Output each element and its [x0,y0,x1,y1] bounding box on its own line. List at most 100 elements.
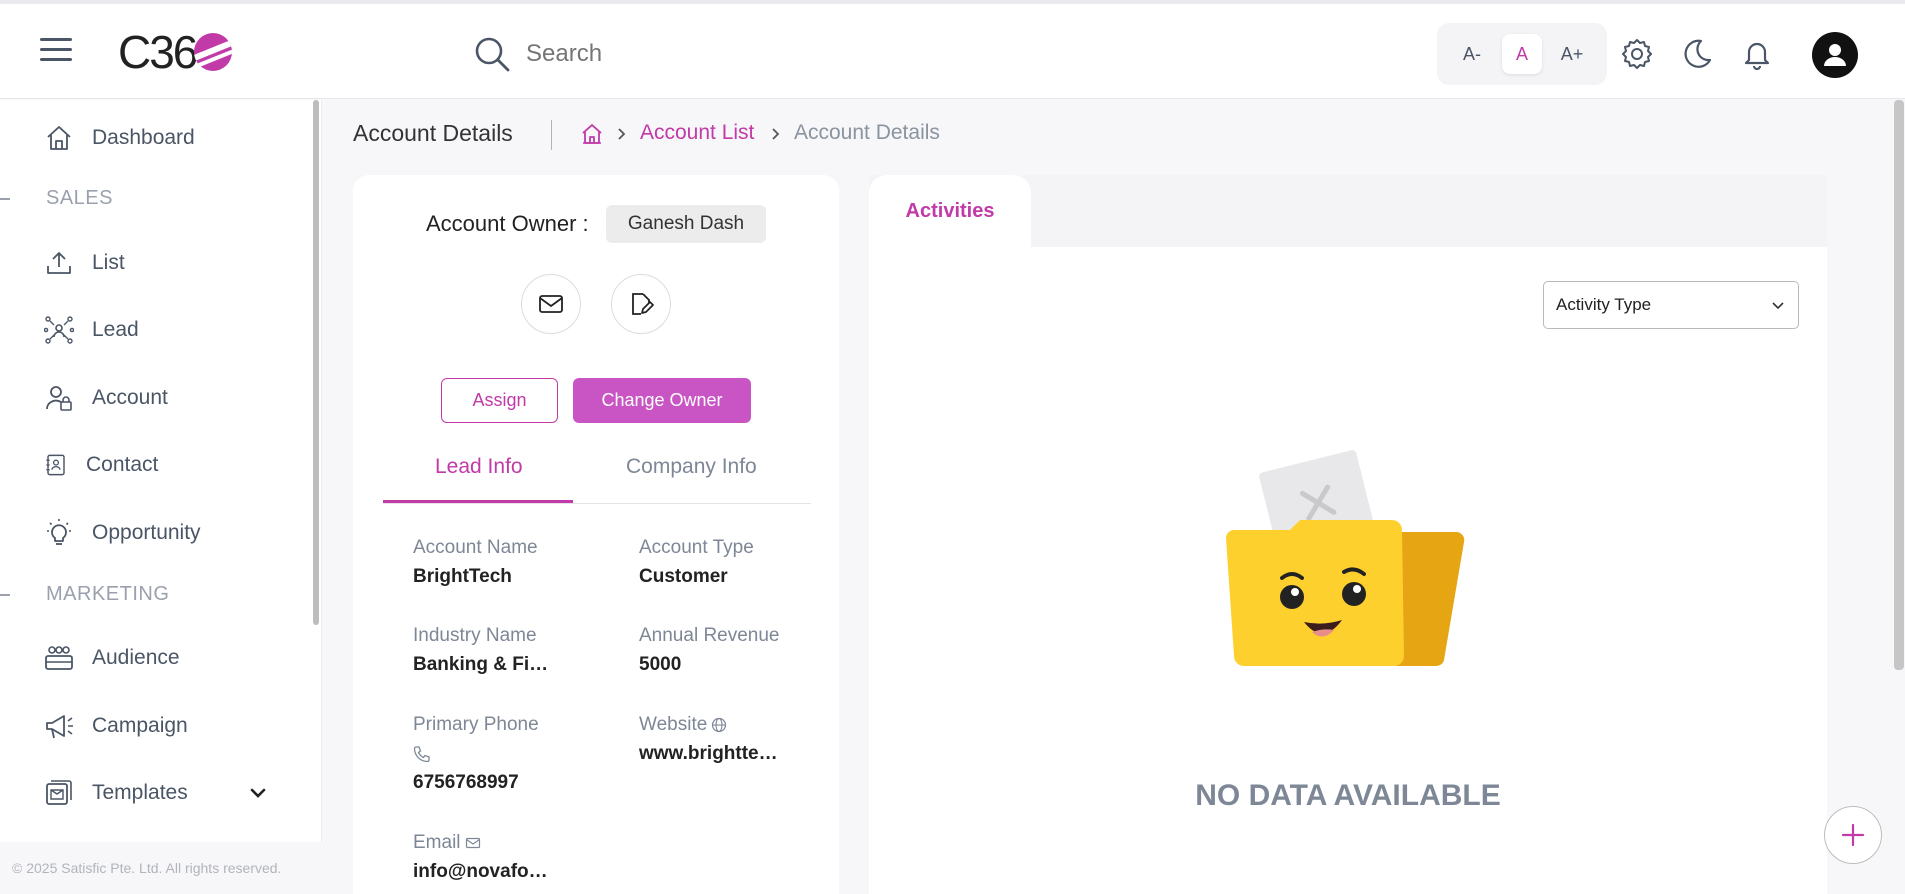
tab-company-info[interactable]: Company Info [626,455,757,479]
font-size-controls: A- A A+ [1437,23,1607,85]
phone-icon [413,746,430,763]
empty-state-text: NO DATA AVAILABLE [1195,779,1501,812]
chevron-down-icon [1772,302,1784,310]
account-card: Account Owner : Ganesh Dash Assign Chang… [353,175,839,894]
sidebar-item-account[interactable]: Account [44,378,168,418]
sidebar-item-opportunity[interactable]: Opportunity [44,513,201,553]
bell-icon[interactable] [1741,38,1773,70]
section-dash [0,198,10,200]
select-value: Activity Type [1556,295,1652,314]
breadcrumb-current: Account Details [794,121,940,144]
logo[interactable]: C36 [118,26,233,78]
chevron-down-icon[interactable] [248,783,268,803]
sidebar-item-label: Opportunity [92,521,201,544]
field-label: Website [639,714,708,735]
breadcrumb-account-list[interactable]: Account List [640,121,754,145]
account-owner-label: Account Owner : [426,211,589,236]
globe-icon [712,717,727,733]
edit-note-button[interactable] [611,274,671,334]
account-name-value: BrightTech [413,566,512,587]
logo-text: C36 [118,26,198,78]
field-label: Annual Revenue [639,625,780,646]
edit-note-icon [632,293,654,315]
revenue-value: 5000 [639,654,682,675]
field-label: Industry Name [413,625,537,646]
sidebar-item-audience[interactable]: Audience [44,638,180,678]
section-sales: SALES [46,187,113,209]
contact-book-icon [46,454,65,476]
sidebar-item-label: Campaign [92,714,188,737]
email-value[interactable]: info@novafoo... [413,861,553,883]
font-decrease-button[interactable]: A- [1452,34,1492,74]
sidebar-item-contact[interactable]: Contact [44,445,158,485]
tab-activities[interactable]: Activities [869,175,1031,247]
section-marketing: MARKETING [46,583,170,605]
account-type-label: Account Type [639,537,754,559]
activity-type-select[interactable]: Activity Type [1543,281,1799,329]
account-owner-chip: Ganesh Dash [606,205,766,243]
sidebar: Dashboard SALES List Lead Account Contac… [0,100,322,894]
page-scrollbar[interactable] [1894,100,1904,670]
add-button[interactable] [1824,806,1882,864]
search-input[interactable] [526,40,846,68]
user-lock-icon [46,386,72,411]
upload-icon [47,252,71,274]
plus-icon [1841,823,1865,847]
top-header: C36 A- A A+ [0,4,1905,99]
sidebar-item-templates[interactable]: Templates [44,773,274,813]
sidebar-item-campaign[interactable]: Campaign [44,706,188,746]
megaphone-icon [46,715,73,739]
lightbulb-icon [47,519,71,545]
page-title: Account Details [353,120,513,146]
phone-value: 6756768997 [413,772,519,793]
revenue-label: Annual Revenue [639,625,780,647]
menu-icon[interactable] [40,38,72,64]
home-icon[interactable] [580,122,604,146]
industry-value: Banking & Fin... [413,654,553,675]
gear-icon[interactable] [1621,38,1653,70]
network-icon [44,316,74,344]
website-label: Website [639,714,727,736]
section-dash [0,594,10,596]
mail-icon [465,837,480,849]
assign-button[interactable]: Assign [441,378,558,423]
chevron-right-icon [772,128,780,140]
sidebar-item-label: Audience [92,646,180,669]
font-increase-button[interactable]: A+ [1552,34,1592,74]
account-type-value: Customer [639,566,728,587]
tab-divider [383,503,811,504]
tab-lead-info[interactable]: Lead Info [435,455,523,479]
field-label: Primary Phone [413,714,539,735]
home-icon [47,126,71,150]
activities-panel: Activities Activity Type NO DATA AVAILAB… [869,175,1827,894]
phone-label: Primary Phone [413,714,539,736]
search-icon[interactable] [472,34,512,74]
logo-globe-icon [194,33,233,71]
mail-icon [539,295,563,313]
sidebar-item-label: List [92,251,125,274]
email-button[interactable] [521,274,581,334]
moon-icon[interactable] [1681,38,1713,70]
change-owner-button[interactable]: Change Owner [573,378,751,423]
sidebar-item-label: Dashboard [92,126,195,149]
industry-label: Industry Name [413,625,537,647]
sidebar-scrollbar[interactable] [313,100,319,625]
sidebar-item-list[interactable]: List [44,243,125,283]
template-icon [46,780,72,805]
account-name-label: Account Name [413,537,538,559]
group-icon [45,646,73,670]
font-default-button[interactable]: A [1502,34,1542,74]
chevron-right-icon [618,128,626,140]
empty-folder-illustration [1216,450,1476,680]
active-tab-indicator [383,500,573,503]
search-bar [472,32,872,76]
field-label: Email [413,832,461,853]
email-label: Email [413,832,481,854]
breadcrumb-divider [551,120,552,150]
sidebar-item-dashboard[interactable]: Dashboard [44,118,195,158]
sidebar-item-lead[interactable]: Lead [44,310,139,350]
website-value[interactable]: www.brighttec... [639,743,779,765]
footer-copyright: © 2025 Satisfic Pte. Ltd. All rights res… [0,842,322,894]
user-avatar-icon[interactable] [1812,32,1858,78]
field-label: Account Type [639,537,754,558]
